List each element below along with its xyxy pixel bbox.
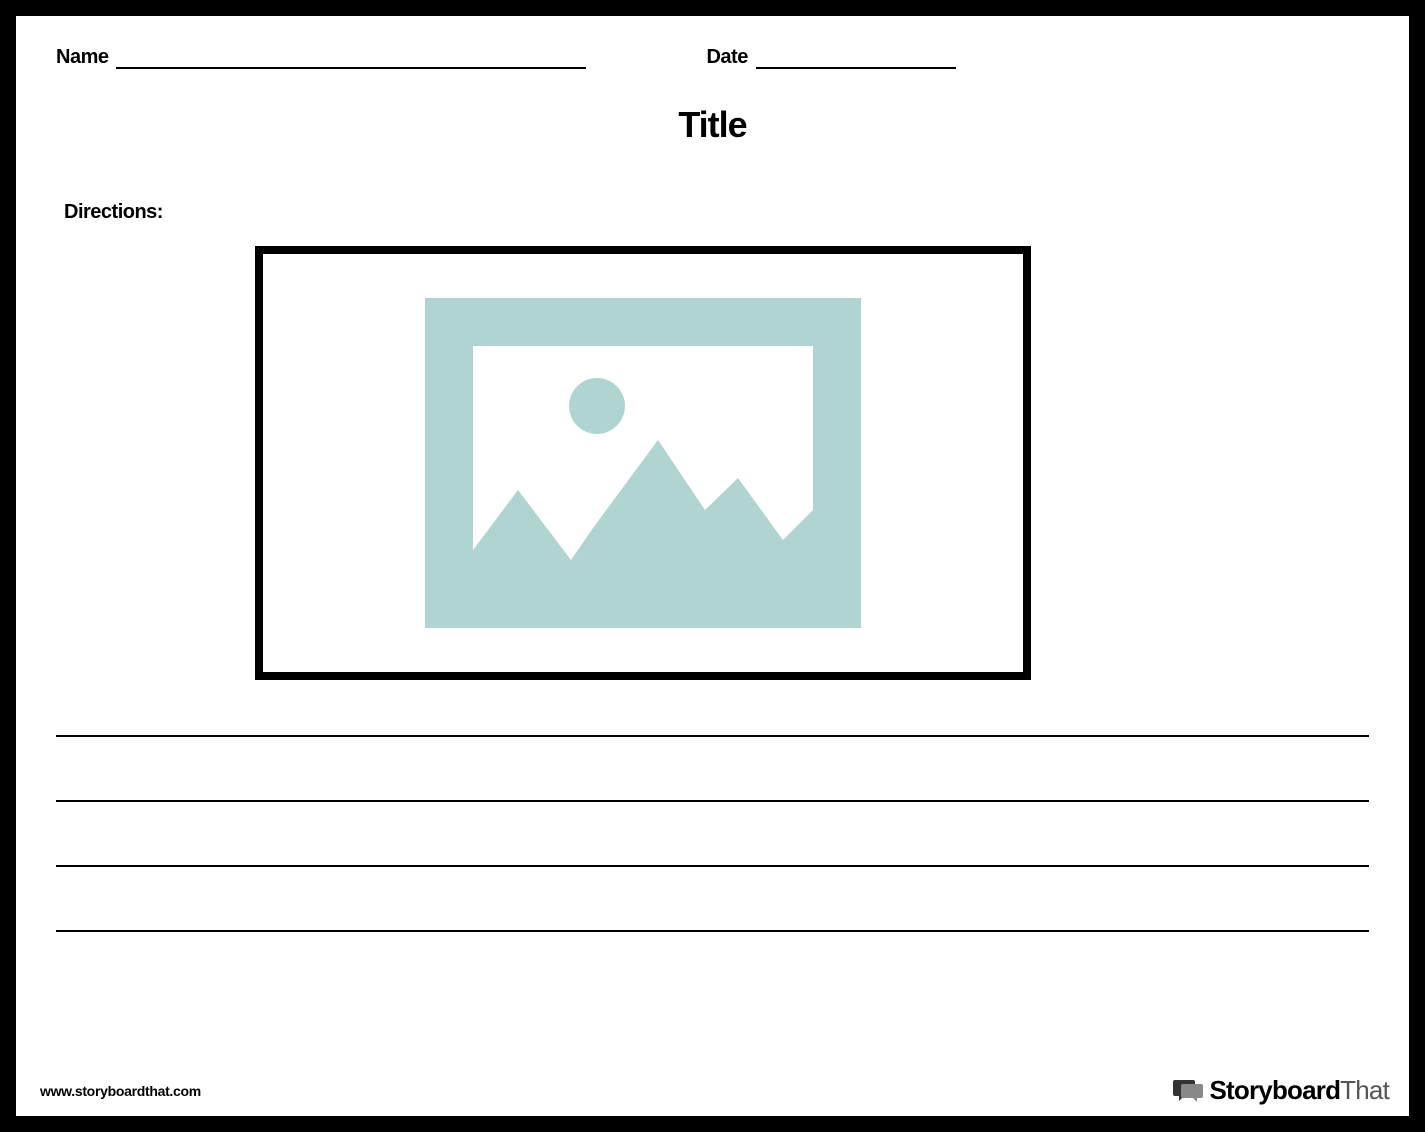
header-fields: Name Date xyxy=(46,46,1379,69)
writing-line[interactable] xyxy=(56,735,1369,737)
writing-line[interactable] xyxy=(56,865,1369,867)
name-input-line[interactable] xyxy=(116,67,586,69)
brand-name: StoryboardThat xyxy=(1209,1075,1389,1106)
footer-logo: StoryboardThat xyxy=(1173,1075,1389,1106)
directions-label: Directions: xyxy=(46,201,1379,224)
name-label: Name xyxy=(56,46,108,69)
image-box[interactable] xyxy=(255,246,1031,680)
date-input-line[interactable] xyxy=(756,67,956,69)
speech-bubble-icon xyxy=(1173,1078,1203,1104)
footer: www.storyboardthat.com StoryboardThat xyxy=(40,1075,1389,1106)
writing-line[interactable] xyxy=(56,800,1369,802)
date-label: Date xyxy=(706,46,747,69)
writing-line[interactable] xyxy=(56,930,1369,932)
page-title: Title xyxy=(46,104,1379,146)
worksheet-content: Name Date Title Directions: xyxy=(16,16,1409,1116)
name-field: Name xyxy=(56,46,586,69)
image-placeholder-icon xyxy=(425,298,861,628)
worksheet-page: Name Date Title Directions: xyxy=(0,0,1425,1132)
brand-bold: Storyboard xyxy=(1209,1075,1340,1105)
date-field: Date xyxy=(706,46,955,69)
footer-url: www.storyboardthat.com xyxy=(40,1083,201,1099)
writing-lines xyxy=(46,735,1379,932)
brand-light: That xyxy=(1340,1075,1389,1105)
